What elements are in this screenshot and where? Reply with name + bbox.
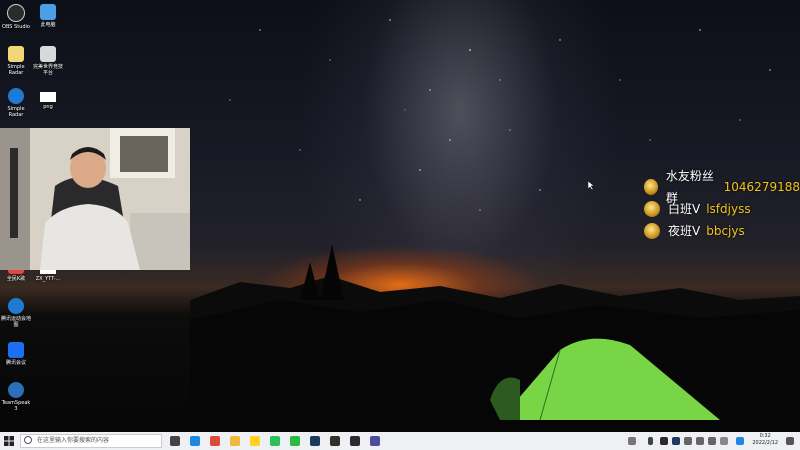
- gold-badge-icon: [644, 201, 660, 217]
- overlay-row-day-shift: 白班V lsfdjyss: [644, 198, 800, 220]
- desktop-icon-label: 腾讯运动会地图: [0, 316, 31, 328]
- radar-icon[interactable]: [370, 436, 380, 446]
- overlay-value: 1046279188: [723, 180, 800, 194]
- desktop-icon-game-platform[interactable]: 完美世界竞技平台: [32, 46, 64, 76]
- network-icon[interactable]: [696, 437, 704, 445]
- overlay-value: lsfdjyss: [706, 202, 751, 216]
- desktop-icon-obs[interactable]: OBS Studio: [0, 4, 32, 30]
- gold-badge-icon: [644, 223, 660, 239]
- gold-badge-icon: [644, 179, 658, 195]
- desktop-icon-label: Simple Radar: [7, 64, 25, 76]
- task-view-icon[interactable]: [170, 436, 180, 446]
- desktop-icon-png[interactable]: png: [32, 92, 64, 110]
- desktop-icon-teamspeak[interactable]: TeamSpeak 3: [0, 382, 32, 412]
- desktop-icon-label: 此电脑: [40, 22, 56, 28]
- notification-center-icon[interactable]: [786, 437, 794, 445]
- webcam-overlay: [0, 128, 190, 270]
- overlay-row-night-shift: 夜班V bbcjys: [644, 220, 800, 242]
- clock-time: 0:32: [759, 433, 771, 439]
- desktop-icon-label: OBS Studio: [2, 24, 30, 30]
- tent-illustration: [500, 338, 720, 420]
- computer-icon: [40, 4, 56, 20]
- windows-start-icon[interactable]: [4, 436, 14, 446]
- search-icon: [24, 436, 32, 444]
- teamspeak-icon: [8, 382, 24, 398]
- clock-date: 2022/2/12: [752, 440, 778, 446]
- edge-icon[interactable]: [190, 436, 200, 446]
- battery-icon[interactable]: [684, 437, 692, 445]
- desktop-icon-this-pc[interactable]: 此电脑: [32, 4, 64, 28]
- taskbar: 在这里输入你要搜索的内容 0:32 2022/2/12: [0, 432, 800, 450]
- image-file-icon: [40, 92, 56, 102]
- desktop-icon-label: ZX_YTT-...: [35, 276, 61, 282]
- taskbar-search-input[interactable]: 在这里输入你要搜索的内容: [20, 434, 162, 448]
- show-hidden-icons-icon[interactable]: [648, 437, 653, 445]
- wechat-icon[interactable]: [290, 436, 300, 446]
- file-icon: [8, 46, 24, 62]
- desktop-icon-label: TeamSpeak 3: [1, 400, 31, 412]
- qq-music-icon[interactable]: [270, 436, 280, 446]
- desktop-icon-label: 腾讯会议: [5, 360, 26, 366]
- steam-icon[interactable]: [310, 436, 320, 446]
- desktop-icon-simple-radar-zip[interactable]: Simple Radar: [0, 88, 32, 118]
- desktop-icon-simple-radar-file[interactable]: Simple Radar: [0, 46, 32, 76]
- streamer-webcam-image: [0, 128, 190, 270]
- overlay-label: 夜班V: [668, 224, 701, 238]
- taskbar-search-placeholder: 在这里输入你要搜索的内容: [37, 437, 110, 444]
- overlay-row-fan-group: 水友粉丝群 1046279188: [644, 169, 800, 205]
- desktop-icon-zx-file[interactable]: ZX_YTT-...: [32, 268, 64, 282]
- desktop-icon-map-zip[interactable]: 腾讯运动会地图: [0, 298, 32, 328]
- desktop-icon-label: 完美世界竞技平台: [32, 64, 63, 76]
- stream-info-overlay: 水友粉丝群 1046279188 白班V lsfdjyss 夜班V bbcjys: [644, 169, 800, 242]
- overlay-value: bbcjys: [706, 224, 745, 238]
- game-platform-icon: [40, 46, 56, 62]
- zip-icon: [8, 298, 24, 314]
- defender-icon[interactable]: [736, 437, 744, 445]
- desktop-icon-label: Simple Radar: [7, 106, 25, 118]
- meeting-icon: [8, 342, 24, 358]
- obs-icon: [7, 4, 25, 22]
- csgo-icon[interactable]: [330, 436, 340, 446]
- overlay-label: 白班V: [668, 202, 701, 216]
- desktop-icon-label: png: [43, 104, 53, 110]
- chrome-icon[interactable]: [210, 436, 220, 446]
- speaker-icon[interactable]: [708, 437, 716, 445]
- mouse-cursor-icon: [588, 181, 594, 190]
- file-explorer-icon[interactable]: [230, 436, 240, 446]
- taskbar-clock[interactable]: 0:32 2022/2/12: [752, 433, 778, 447]
- obs-tray-icon[interactable]: [660, 437, 668, 445]
- desktop-icon-tencent-meeting[interactable]: 腾讯会议: [0, 342, 32, 366]
- desktop-icon-label: 全民K歌: [6, 276, 26, 282]
- zip-icon: [8, 88, 24, 104]
- qq-icon[interactable]: [250, 436, 260, 446]
- steam-tray-icon[interactable]: [672, 437, 680, 445]
- obs-icon[interactable]: [350, 436, 360, 446]
- input-method-icon[interactable]: [720, 437, 728, 445]
- keyboard-icon[interactable]: [628, 437, 636, 445]
- desktop-icon-karaoke[interactable]: 全民K歌: [0, 268, 32, 282]
